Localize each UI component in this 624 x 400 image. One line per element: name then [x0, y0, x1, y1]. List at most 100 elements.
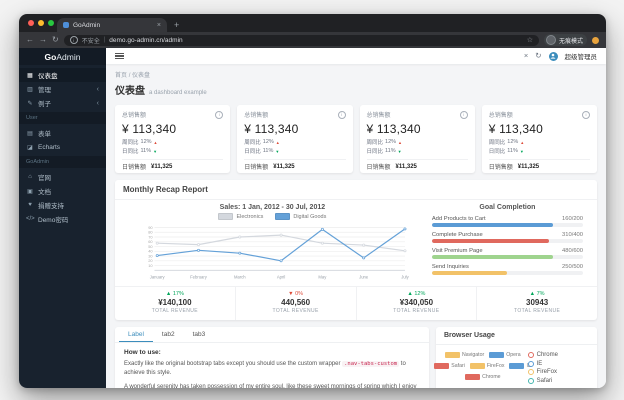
breadcrumb-home[interactable]: 首页 [115, 73, 127, 79]
site-info-icon[interactable]: i [69, 36, 78, 44]
new-tab-button[interactable]: + [174, 20, 179, 30]
info-icon[interactable]: i [215, 110, 224, 119]
sidebar-item-demo-password[interactable]: </> Demo密码 [19, 212, 106, 226]
browser-usage-title: Browser Usage [435, 327, 597, 345]
security-label[interactable]: 不安全 [82, 36, 100, 45]
browser-tab-strip: GoAdmin × + [19, 14, 606, 32]
revenue-value: 30943 [526, 298, 549, 307]
sidebar-item-docs[interactable]: ▣ 文档 [19, 184, 106, 198]
sales-line-chart: 102030405060708090 January February March Ap… [148, 225, 409, 280]
sidebar-item-donate[interactable]: ♥ 捐赠支持 [19, 198, 106, 212]
sidebar-item-form[interactable]: ▤ 表单 [19, 126, 106, 140]
browser-window: GoAdmin × + ← → ↻ i 不安全 | demo.go-admin.… [19, 14, 606, 388]
stat-card-value: ¥ 113,340 [366, 122, 421, 136]
back-icon[interactable]: ← [26, 36, 34, 44]
refresh-icon[interactable]: ↻ [535, 52, 541, 60]
revenue-footer: ▲ 17% ¥140,100 TOTAL REVENUE ▼ 0% 440,56… [115, 286, 597, 320]
zoom-window-button[interactable] [48, 20, 54, 26]
progress-fill [431, 271, 508, 275]
browser-profile-chip[interactable]: 无痕模式 [543, 34, 587, 46]
tab-tab3[interactable]: tab3 [184, 327, 215, 342]
browser-tab[interactable]: GoAdmin × [57, 18, 167, 32]
reload-icon[interactable]: ↻ [52, 36, 59, 44]
arrow-up-icon: ▲ [153, 139, 158, 145]
goal-row: Add Products to Cart 160/200 [431, 215, 583, 227]
forward-icon[interactable]: → [39, 36, 47, 44]
macos-traffic-lights[interactable] [28, 20, 54, 26]
arrow-down-icon: ▼ [397, 148, 402, 154]
info-icon[interactable]: i [582, 110, 590, 119]
minimize-window-button[interactable] [38, 20, 44, 26]
url-text[interactable]: demo.go-admin.cn/admin [109, 37, 522, 44]
site-favicon-icon [63, 22, 69, 28]
sidebar-item-label: Demo密码 [38, 217, 69, 224]
bookmark-star-icon[interactable]: ☆ [527, 36, 533, 44]
hamburger-menu-icon[interactable] [115, 52, 124, 60]
close-icon[interactable]: × [524, 52, 528, 60]
sidebar: Go Admin ▦ 仪表盘 ▥ 管理 ‹ ✎ 例子 ‹ User ▤ 表单 ◪… [19, 48, 106, 388]
sidebar-item-admin[interactable]: ▥ 管理 ‹ [19, 82, 106, 96]
progress-fill [431, 255, 553, 259]
goal-label: Send Inquiries [431, 263, 469, 270]
user-avatar[interactable] [548, 51, 558, 61]
progress-track [431, 239, 583, 243]
legend-ring-icon [527, 377, 534, 384]
stat-card-title: 总销售额 [488, 113, 513, 119]
legend-ring-icon [527, 360, 534, 367]
dashboard-icon: ▦ [27, 72, 33, 79]
legend-ring-icon [527, 352, 534, 358]
close-window-button[interactable] [28, 20, 34, 26]
svg-text:January: January [150, 275, 166, 280]
svg-text:60: 60 [148, 239, 153, 244]
goal-row: Send Inquiries 250/500 [431, 263, 583, 275]
home-icon: ⌂ [28, 174, 32, 180]
browser-menu-update-icon[interactable] [592, 36, 599, 44]
tab-body: How to use: Exactly like the original bo… [115, 343, 429, 388]
progress-track [431, 223, 583, 227]
brand-light: Admin [56, 51, 81, 62]
url-separator: | [103, 37, 106, 43]
incognito-avatar-icon [545, 35, 556, 45]
pie-chip [445, 352, 460, 358]
revenue-pct: ▲ 17% [165, 291, 184, 297]
sidebar-item-label: 管理 [38, 87, 51, 94]
tab-paragraph-1: Exactly like the original bootstrap tabs… [124, 361, 406, 377]
brand-bold: Go [44, 51, 57, 62]
sidebar-item-dashboard[interactable]: ▦ 仪表盘 [19, 68, 106, 82]
arrow-down-icon: ▼ [519, 148, 524, 154]
day-compare-pct: 11% [140, 148, 152, 154]
profile-label: 无痕模式 [558, 38, 583, 45]
how-to-use-heading: How to use: [124, 349, 161, 356]
stat-card-value: ¥ 113,340 [122, 122, 177, 136]
stat-card-title: 总销售额 [366, 113, 391, 119]
close-tab-icon[interactable]: × [157, 22, 161, 29]
sales-chart-column: Sales: 1 Jan, 2012 - 30 Jul, 2012 Electr… [121, 204, 424, 284]
info-icon[interactable]: i [337, 110, 346, 119]
revenue-col: ▲ 12% ¥340,050 TOTAL REVENUE [357, 287, 478, 320]
user-name[interactable]: 超级管理员 [565, 51, 598, 61]
sidebar-item-example[interactable]: ✎ 例子 ‹ [19, 96, 106, 110]
legend-chip-electronics [218, 213, 234, 220]
tab-title: GoAdmin [73, 21, 101, 29]
tab-tab2[interactable]: tab2 [153, 327, 184, 342]
svg-text:80: 80 [148, 230, 153, 235]
svg-text:30: 30 [148, 253, 153, 258]
revenue-value: ¥340,050 [399, 298, 434, 307]
svg-text:April: April [277, 275, 285, 280]
daily-sales-value: ¥11,325 [151, 163, 173, 170]
breadcrumb[interactable]: 首页 / 仪表盘 [115, 70, 597, 79]
pie-chip [434, 363, 450, 369]
revenue-label: TOTAL REVENUE [151, 308, 198, 314]
pie-chip [509, 363, 525, 369]
sidebar-item-website[interactable]: ⌂ 官网 [19, 170, 106, 184]
tab-label[interactable]: Label [119, 327, 153, 342]
info-icon[interactable]: i [459, 110, 468, 119]
sidebar-item-label: Echarts [38, 143, 61, 151]
svg-text:10: 10 [148, 263, 153, 268]
revenue-col: ▼ 0% 440,560 TOTAL REVENUE [236, 287, 357, 320]
goal-label: Add Products to Cart [431, 215, 486, 222]
pie-chip [465, 374, 481, 380]
sidebar-item-echarts[interactable]: ◪ Echarts [19, 140, 106, 154]
address-bar[interactable]: i 不安全 | demo.go-admin.cn/admin ☆ [63, 34, 539, 46]
brand-logo[interactable]: Go Admin [19, 48, 106, 65]
